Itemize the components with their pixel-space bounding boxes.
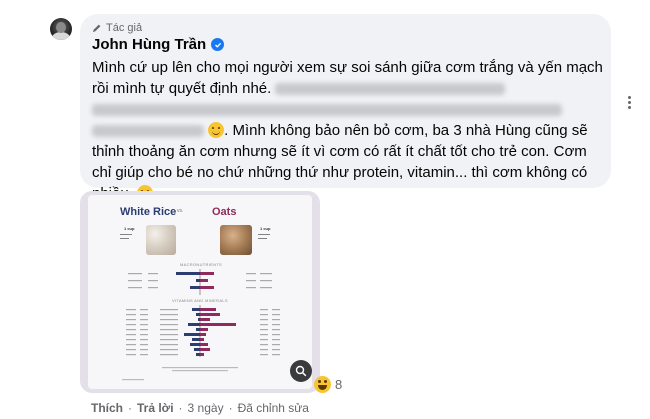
smiling-face-emoji-icon (208, 122, 225, 138)
reply-link[interactable]: Trả lời (137, 401, 174, 415)
verified-badge-icon (211, 38, 225, 51)
comment-bubble: Tác giả John Hùng Trần Mình cứ up lên ch… (80, 14, 611, 202)
separator-dot: · (128, 401, 132, 415)
magnifier-icon (295, 365, 307, 377)
comment-line-2: rồi mình tự quyết định nhé. (92, 80, 272, 97)
author-avatar[interactable] (50, 18, 72, 40)
comment-text: Mình cứ up lên cho mọi người xem sự soi … (92, 57, 607, 204)
separator-dot: · (178, 401, 183, 415)
author-badge: Tác giả (92, 22, 142, 34)
comment-image[interactable]: White Rice vs. Oats 1 cup ▬▬▬▬ ▬▬▬ 1 cup … (80, 191, 320, 393)
blurred-text (275, 83, 506, 96)
blurred-text (92, 104, 562, 117)
comment-timestamp[interactable]: 3 ngày (188, 401, 224, 415)
nutrient-comparison-bars (122, 269, 280, 381)
comment-line-3: . Mình không bảo nên bỏ cơm, ba 3 nhà Hù… (224, 122, 588, 139)
separator-dot: · (228, 401, 233, 415)
blurred-text (92, 125, 204, 138)
author-badge-label: Tác giả (106, 22, 143, 34)
more-options-button[interactable] (619, 92, 639, 112)
comment-line-4: thỉnh thoảng ăn cơm nhưng sẽ ít vì cơm c… (92, 143, 587, 160)
zoom-image-button[interactable] (290, 360, 312, 382)
comment-line-1: Mình cứ up lên cho mọi người xem sự soi … (92, 59, 603, 76)
reaction-count: 8 (335, 377, 343, 392)
author-name[interactable]: John Hùng Trần (92, 36, 206, 53)
reaction-summary[interactable]: 8 (314, 376, 342, 393)
edited-label: Đã chỉnh sửa (237, 401, 309, 415)
laughing-face-icon (314, 376, 331, 393)
comment-actions: Thích · Trả lời · 3 ngày · Đã chỉnh sửa (91, 401, 309, 415)
comment-line-5: chỉ giúp cho bé no chứ những thứ như pro… (92, 164, 588, 181)
pencil-icon (93, 24, 101, 32)
like-link[interactable]: Thích (91, 401, 123, 415)
ellipsis-icon (627, 95, 631, 110)
